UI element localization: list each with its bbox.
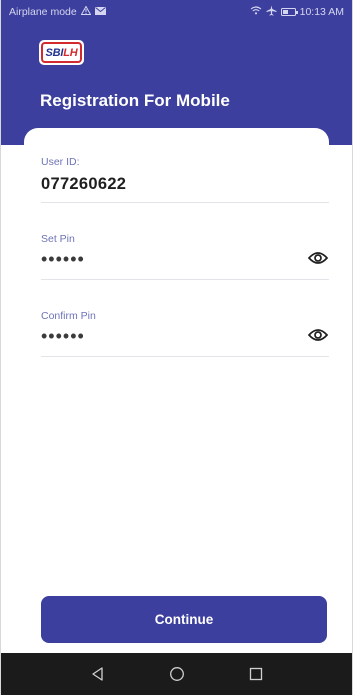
- divider: [41, 279, 329, 280]
- warning-icon: [80, 5, 92, 18]
- phone-screen: Airplane mode 10:13 AM SBI LH Registrati…: [0, 0, 353, 695]
- status-bar: Airplane mode 10:13 AM: [9, 3, 344, 21]
- divider: [41, 202, 329, 203]
- eye-icon[interactable]: [307, 247, 329, 269]
- user-id-field[interactable]: User ID: 077260622: [41, 156, 329, 203]
- battery-level: [282, 10, 288, 14]
- system-nav-bar: [1, 653, 352, 695]
- status-time: 10:13 AM: [299, 6, 344, 18]
- status-text: Airplane mode: [9, 6, 77, 18]
- logo-text-sbi: SBI: [45, 46, 64, 59]
- back-icon[interactable]: [86, 662, 110, 686]
- header: Airplane mode 10:13 AM SBI LH Registrati…: [1, 0, 352, 145]
- set-pin-field[interactable]: Set Pin ••••••: [41, 233, 329, 280]
- eye-icon[interactable]: [307, 324, 329, 346]
- battery-icon: [280, 8, 298, 16]
- mail-icon: [94, 6, 106, 18]
- airplane-icon: [266, 5, 277, 19]
- confirm-pin-field[interactable]: Confirm Pin ••••••: [41, 310, 329, 357]
- page-title: Registration For Mobile: [40, 91, 230, 110]
- form-card: User ID: 077260622 Set Pin •••••• Confir…: [24, 128, 329, 648]
- continue-button[interactable]: Continue: [41, 596, 327, 643]
- confirm-pin-label: Confirm Pin: [41, 310, 96, 322]
- recents-icon[interactable]: [244, 662, 268, 686]
- set-pin-input[interactable]: ••••••: [41, 250, 329, 268]
- user-id-label: User ID:: [41, 156, 80, 168]
- status-bar-left: Airplane mode: [9, 5, 106, 18]
- divider: [41, 356, 329, 357]
- logo-frame: SBI LH: [41, 42, 82, 63]
- confirm-pin-input[interactable]: ••••••: [41, 327, 329, 345]
- wifi-icon: [250, 6, 262, 18]
- status-bar-right: 10:13 AM: [250, 5, 344, 19]
- set-pin-label: Set Pin: [41, 233, 75, 245]
- sbilh-logo: SBI LH: [39, 40, 84, 65]
- user-id-input[interactable]: 077260622: [41, 175, 329, 194]
- logo-text-lh: LH: [63, 46, 78, 59]
- home-icon[interactable]: [165, 662, 189, 686]
